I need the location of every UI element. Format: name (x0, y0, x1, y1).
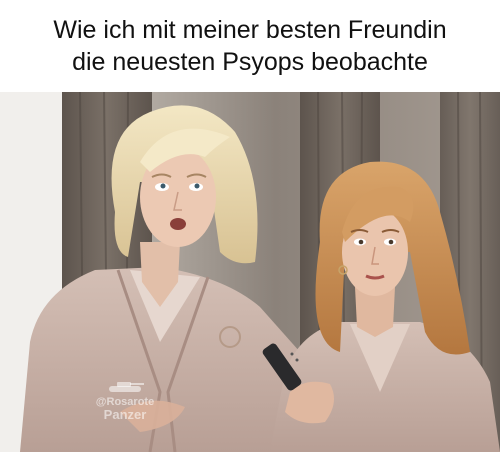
photo-illustration (0, 92, 500, 452)
caption-line-2: die neuesten Psyops beobachte (72, 48, 428, 76)
meme-caption: Wie ich mit meiner besten Freundin die n… (0, 0, 500, 92)
caption-line-1: Wie ich mit meiner besten Freundin (53, 16, 447, 44)
meme-photo: @Rosarote Panzer (0, 92, 500, 452)
